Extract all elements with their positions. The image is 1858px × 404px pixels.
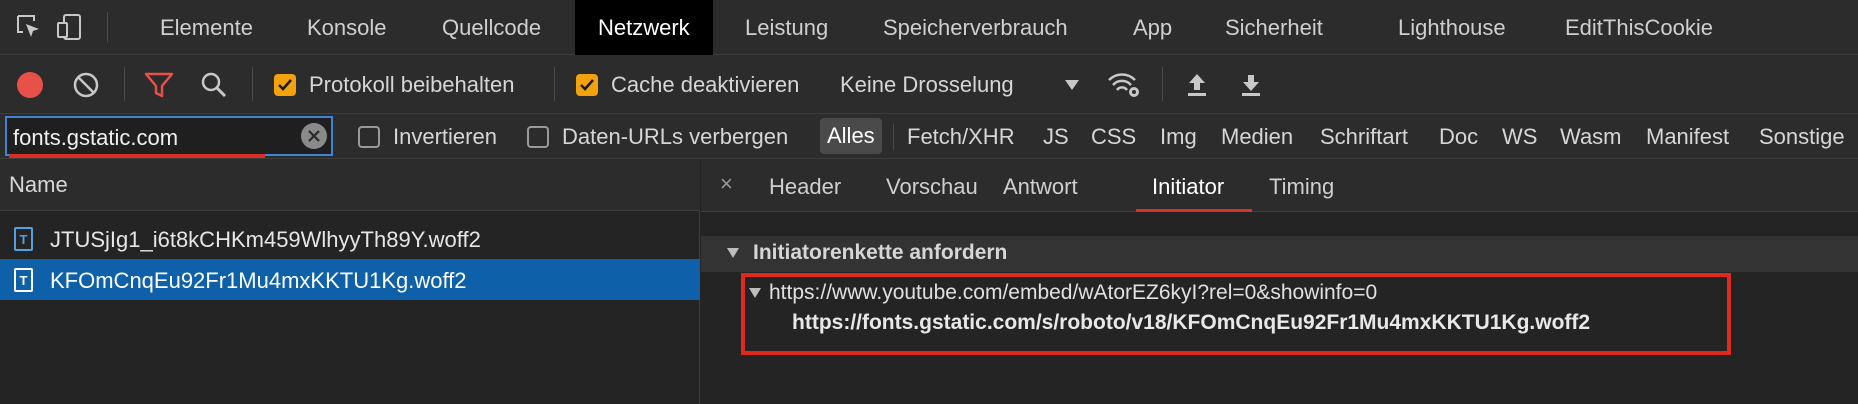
clear-icon bbox=[73, 72, 99, 97]
initiator-chain-section-header[interactable]: Initiatorenkette anfordern bbox=[701, 236, 1858, 272]
clear-button[interactable] bbox=[72, 55, 100, 114]
type-filter-medien[interactable]: Medien bbox=[1221, 114, 1293, 159]
import-har-icon bbox=[1188, 73, 1206, 96]
checkbox-checked-icon bbox=[576, 73, 598, 96]
tab-netzwerk[interactable]: Netzwerk bbox=[575, 0, 713, 55]
type-filter-ws[interactable]: WS bbox=[1502, 114, 1537, 159]
invert-checkbox[interactable] bbox=[358, 114, 380, 159]
tab-konsole[interactable]: Konsole bbox=[307, 0, 387, 55]
throttling-select[interactable]: Keine Drosselung bbox=[840, 55, 1014, 114]
export-har-icon bbox=[1242, 74, 1260, 96]
filter-input[interactable]: fonts.gstatic.com bbox=[5, 116, 333, 156]
toolbar-divider bbox=[124, 67, 125, 101]
toolbar-divider bbox=[1162, 67, 1163, 101]
record-icon bbox=[17, 71, 43, 98]
clear-filter-button[interactable] bbox=[301, 123, 327, 149]
search-icon bbox=[201, 72, 227, 97]
type-filter-alles[interactable]: Alles bbox=[820, 118, 882, 154]
expand-triangle-icon bbox=[727, 248, 739, 258]
section-title: Initiatorenkette anfordern bbox=[753, 241, 1008, 264]
request-list-panel: Name T JTUSjIg1_i6t8kCHKm459WlhyyTh89Y.w… bbox=[0, 159, 700, 404]
type-filter-doc[interactable]: Doc bbox=[1439, 114, 1478, 159]
dropdown-arrow-icon[interactable] bbox=[1064, 55, 1080, 114]
tab-lighthouse[interactable]: Lighthouse bbox=[1398, 0, 1506, 55]
record-button[interactable] bbox=[15, 55, 45, 114]
type-filter-fetch-xhr[interactable]: Fetch/XHR bbox=[907, 114, 1015, 159]
tab-speicherverbrauch[interactable]: Speicherverbrauch bbox=[883, 0, 1068, 55]
request-row[interactable]: T JTUSjIg1_i6t8kCHKm459WlhyyTh89Y.woff2 bbox=[0, 218, 700, 259]
filter-input-value: fonts.gstatic.com bbox=[13, 125, 179, 150]
type-filter-img[interactable]: Img bbox=[1160, 114, 1197, 159]
annotation-highlight-box bbox=[741, 273, 1731, 355]
active-tab-underline bbox=[1136, 209, 1252, 212]
invert-label: Invertieren bbox=[393, 123, 497, 149]
tab-initiator[interactable]: Initiator bbox=[1152, 174, 1224, 200]
tab-editthiscookie[interactable]: EditThisCookie bbox=[1565, 0, 1713, 55]
font-file-icon: T bbox=[14, 227, 33, 251]
tab-header[interactable]: Header bbox=[769, 174, 841, 200]
close-icon bbox=[308, 130, 320, 142]
type-filter-sonstige[interactable]: Sonstige bbox=[1759, 114, 1845, 159]
name-column-label: Name bbox=[9, 172, 68, 197]
toolbar-divider bbox=[107, 12, 108, 42]
request-name: JTUSjIg1_i6t8kCHKm459WlhyyTh89Y.woff2 bbox=[50, 227, 481, 252]
disable-cache-checkbox[interactable] bbox=[576, 55, 598, 114]
inspect-element-icon[interactable] bbox=[12, 10, 46, 44]
tab-sicherheit[interactable]: Sicherheit bbox=[1225, 0, 1323, 55]
network-toolbar: Protokoll beibehalten Cache deaktivieren… bbox=[0, 55, 1858, 114]
checkbox-checked-icon bbox=[274, 73, 296, 96]
network-conditions-icon[interactable] bbox=[1106, 55, 1142, 114]
checkbox-unchecked-icon bbox=[527, 125, 549, 148]
search-button[interactable] bbox=[200, 55, 228, 114]
preserve-log-label: Protokoll beibehalten bbox=[309, 71, 515, 97]
devtools-tab-bar: Elemente Konsole Quellcode Netzwerk Leis… bbox=[0, 0, 1858, 55]
toolbar-divider bbox=[252, 67, 253, 101]
detail-tab-bar: × Header Vorschau Antwort Initiator Timi… bbox=[701, 159, 1858, 212]
filter-icon bbox=[144, 72, 174, 97]
preserve-log-checkbox[interactable] bbox=[274, 55, 296, 114]
request-name: KFOmCnqEu92Fr1Mu4mxKKTU1Kg.woff2 bbox=[50, 268, 467, 293]
request-row-selected[interactable]: T KFOmCnqEu92Fr1Mu4mxKKTU1Kg.woff2 bbox=[0, 259, 700, 300]
type-filter-schriftart[interactable]: Schriftart bbox=[1320, 114, 1408, 159]
type-filter-wasm[interactable]: Wasm bbox=[1560, 114, 1622, 159]
hide-data-urls-label: Daten-URLs verbergen bbox=[562, 123, 789, 149]
filter-annotation-underline bbox=[9, 154, 265, 158]
close-icon[interactable]: × bbox=[720, 171, 733, 197]
tab-app[interactable]: App bbox=[1133, 0, 1172, 55]
filter-bar: fonts.gstatic.com Invertieren Daten-URLs… bbox=[0, 114, 1858, 159]
hide-data-urls-checkbox[interactable] bbox=[527, 114, 549, 159]
filter-divider bbox=[893, 124, 894, 150]
checkbox-unchecked-icon bbox=[358, 125, 380, 148]
font-file-icon: T bbox=[14, 268, 33, 292]
type-filter-manifest[interactable]: Manifest bbox=[1646, 114, 1729, 159]
tab-antwort[interactable]: Antwort bbox=[1003, 174, 1078, 200]
disable-cache-label: Cache deaktivieren bbox=[611, 71, 800, 97]
toolbar-divider bbox=[554, 67, 555, 101]
export-har-button[interactable] bbox=[1238, 55, 1264, 114]
import-har-button[interactable] bbox=[1184, 55, 1210, 114]
tab-quellcode[interactable]: Quellcode bbox=[442, 0, 541, 55]
filter-toggle-button[interactable] bbox=[144, 55, 174, 114]
name-column-header[interactable]: Name bbox=[0, 159, 700, 211]
tab-leistung[interactable]: Leistung bbox=[745, 0, 828, 55]
type-filter-css[interactable]: CSS bbox=[1091, 114, 1136, 159]
type-filter-js[interactable]: JS bbox=[1043, 114, 1069, 159]
tab-vorschau[interactable]: Vorschau bbox=[886, 174, 978, 200]
tab-elemente[interactable]: Elemente bbox=[160, 0, 253, 55]
device-toolbar-icon[interactable] bbox=[53, 10, 87, 44]
tab-timing[interactable]: Timing bbox=[1269, 174, 1334, 200]
